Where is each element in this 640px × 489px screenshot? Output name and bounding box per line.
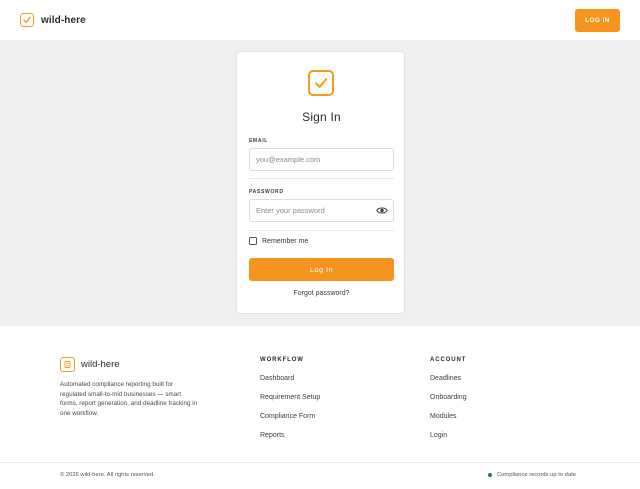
password-divider: [249, 230, 394, 231]
footer-link-login[interactable]: Login: [430, 431, 467, 450]
email-field[interactable]: [249, 148, 394, 171]
workflow-heading: WORKFLOW: [260, 357, 304, 363]
footer-link-compliance-form[interactable]: Compliance Form: [260, 412, 320, 431]
footer-brand-name: wild-here: [81, 359, 120, 370]
footer-link-dashboard[interactable]: Dashboard: [260, 374, 320, 393]
footer-description: Automated compliance reporting built for…: [60, 381, 198, 418]
remember-checkbox[interactable]: [249, 237, 257, 245]
footer-link-reports[interactable]: Reports: [260, 431, 320, 450]
account-heading: ACCOUNT: [430, 357, 467, 363]
signin-card: Sign In EMAIL PASSWORD Remember me Log I…: [236, 51, 405, 314]
footer-brand: wild-here: [60, 357, 120, 372]
forgot-password-link[interactable]: Forgot password?: [237, 290, 406, 297]
main-area: Sign In EMAIL PASSWORD Remember me Log I…: [0, 40, 640, 326]
footer-workflow-column: WORKFLOW Dashboard Requirement Setup Com…: [260, 357, 320, 450]
footer: wild-here Automated compliance reporting…: [0, 326, 640, 489]
email-divider: [249, 178, 394, 179]
signin-title: Sign In: [302, 110, 341, 124]
signin-check-icon: [308, 70, 334, 96]
login-submit-button[interactable]: Log In: [249, 258, 394, 281]
status-text: Compliance records up to date: [497, 472, 576, 478]
brand-check-icon: [20, 13, 34, 27]
email-label: EMAIL: [249, 138, 269, 144]
remember-label: Remember me: [262, 237, 309, 245]
eye-icon[interactable]: [375, 205, 388, 215]
footer-account-column: ACCOUNT Deadlines Onboarding Modules Log…: [430, 357, 467, 450]
footer-divider: [0, 462, 640, 463]
document-icon: [60, 357, 75, 372]
password-label: PASSWORD: [249, 189, 284, 195]
brand-name: wild-here: [41, 14, 86, 26]
footer-link-modules[interactable]: Modules: [430, 412, 467, 431]
footer-link-deadlines[interactable]: Deadlines: [430, 374, 467, 393]
status-dot-icon: [488, 473, 492, 477]
remember-me: Remember me: [249, 237, 308, 245]
password-field[interactable]: [249, 199, 394, 222]
footer-link-requirement-setup[interactable]: Requirement Setup: [260, 393, 320, 412]
brand[interactable]: wild-here: [20, 13, 86, 27]
header-login-button[interactable]: LOG IN: [575, 8, 620, 32]
copyright: © 2026 wild-here. All rights reserved.: [60, 472, 155, 478]
footer-link-onboarding[interactable]: Onboarding: [430, 393, 467, 412]
status-indicator: Compliance records up to date: [488, 472, 576, 478]
top-header: wild-here LOG IN: [0, 0, 640, 40]
